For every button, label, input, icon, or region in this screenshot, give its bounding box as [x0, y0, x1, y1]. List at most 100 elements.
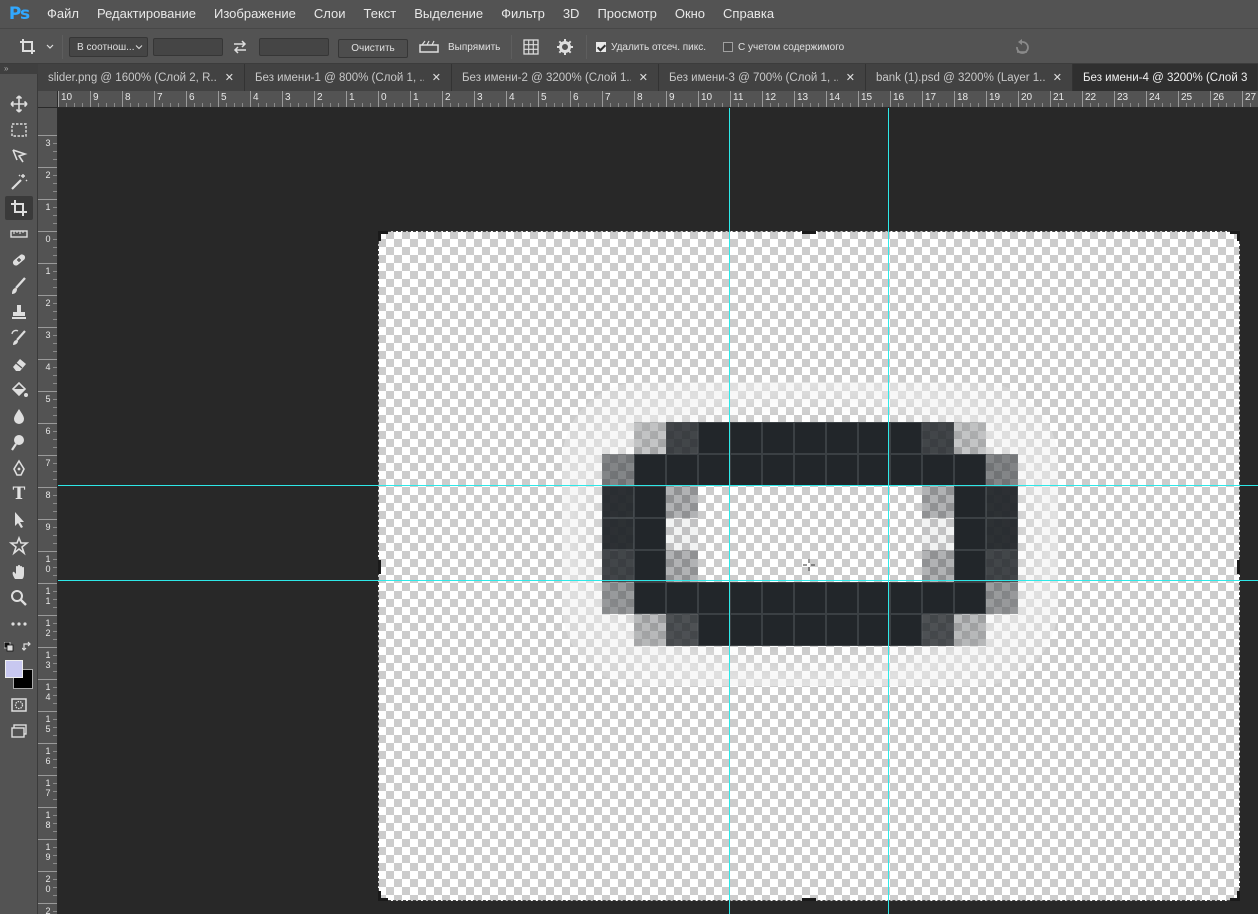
- clone-stamp-tool-button[interactable]: [5, 300, 33, 324]
- panel-collapse-icon[interactable]: »: [0, 64, 38, 74]
- eraser-tool-button[interactable]: [5, 352, 33, 376]
- close-icon[interactable]: ✕: [639, 71, 648, 84]
- width-field[interactable]: [153, 38, 223, 56]
- ruler-minor-tick: [722, 103, 723, 107]
- menu-item[interactable]: Выделение: [405, 0, 492, 28]
- document-tab[interactable]: bank (1).psd @ 3200% (Layer 1... ✕: [866, 64, 1073, 91]
- ruler-minor-tick: [53, 695, 57, 696]
- move-tool-button[interactable]: [5, 92, 33, 116]
- ruler-tick: [826, 91, 827, 107]
- custom-shape-tool-button[interactable]: [5, 534, 33, 558]
- ruler-tick: [954, 91, 955, 107]
- ruler-minor-tick: [53, 895, 57, 896]
- dodge-tool-button[interactable]: [5, 430, 33, 454]
- path-selection-tool-button[interactable]: [5, 508, 33, 532]
- quick-mask-button[interactable]: [5, 693, 33, 717]
- ruler-origin[interactable]: [38, 91, 58, 108]
- swap-colors-icon[interactable]: [22, 641, 33, 652]
- straighten-button[interactable]: [418, 29, 440, 65]
- close-icon[interactable]: ✕: [846, 71, 855, 84]
- close-icon[interactable]: ✕: [1053, 71, 1062, 84]
- menu-item[interactable]: Фильтр: [492, 0, 554, 28]
- checkbox-checked[interactable]: [596, 42, 606, 52]
- pen-tool-button[interactable]: [5, 456, 33, 480]
- blur-tool-button[interactable]: [5, 404, 33, 428]
- ruler-minor-tick: [53, 367, 57, 368]
- paint-bucket-tool-button[interactable]: [5, 378, 33, 402]
- clear-button[interactable]: Очистить: [338, 39, 408, 58]
- default-colors-icon[interactable]: [4, 642, 14, 652]
- crop-tool-button[interactable]: [5, 196, 33, 220]
- crop-handle-top-left[interactable]: [378, 231, 381, 241]
- ruler-minor-tick: [522, 103, 523, 107]
- ruler-minor-tick: [53, 239, 57, 240]
- crop-handle-bottom-right[interactable]: [1237, 891, 1240, 901]
- crop-handle-top[interactable]: [802, 231, 816, 234]
- history-brush-tool-button[interactable]: [5, 326, 33, 350]
- menu-item[interactable]: Файл: [38, 0, 88, 28]
- crop-handle-right[interactable]: [1237, 560, 1240, 574]
- menu-item[interactable]: Слои: [305, 0, 355, 28]
- brush-tool-button[interactable]: [5, 274, 33, 298]
- document-tab[interactable]: Без имени-4 @ 3200% (Слой 3, R: [1073, 64, 1258, 91]
- ruler-horizontal[interactable]: 10 9 8 7 6 5 4 3 2 1 0 1 2 3 4 5 6 7 8 9 10 11 12 13 14 15 16 17 18 1…: [58, 91, 1258, 108]
- ruler-minor-tick: [53, 727, 57, 728]
- delete-cropped-checkbox[interactable]: Удалить отсеч. пикс.: [596, 29, 706, 65]
- ruler-vertical[interactable]: 3 2 1 0 1 2 3 4 5 6 7 8 9 10 11 12 13 14 15 16 17 18 19 20 2: [38, 108, 58, 914]
- ruler-minor-tick: [53, 887, 57, 888]
- menu-item[interactable]: Текст: [355, 0, 406, 28]
- menu-item[interactable]: Редактирование: [88, 0, 205, 28]
- document-tab[interactable]: slider.png @ 1600% (Слой 2, R... ✕: [38, 64, 245, 91]
- ruler-tool-button[interactable]: [5, 222, 33, 246]
- ruler-minor-tick: [53, 575, 57, 576]
- hand-tool-button[interactable]: [5, 560, 33, 584]
- swap-dimensions-button[interactable]: [231, 29, 249, 65]
- guide-vertical[interactable]: [888, 108, 889, 914]
- zoom-tool-button[interactable]: [5, 586, 33, 610]
- healing-brush-tool-button[interactable]: [5, 248, 33, 272]
- overlay-options-button[interactable]: [522, 29, 540, 65]
- ruler-minor-tick: [330, 103, 331, 107]
- ruler-minor-tick: [53, 591, 57, 592]
- content-aware-checkbox[interactable]: С учетом содержимого: [723, 29, 844, 65]
- screen-mode-button[interactable]: [5, 719, 33, 743]
- ruler-minor-tick: [53, 463, 57, 464]
- guide-horizontal[interactable]: [58, 580, 1258, 581]
- checkbox-unchecked[interactable]: [723, 42, 733, 52]
- canvas-workspace[interactable]: [58, 108, 1258, 914]
- guide-vertical[interactable]: [729, 108, 730, 914]
- more-tools-button[interactable]: [5, 612, 33, 636]
- document-tab[interactable]: Без имени-1 @ 800% (Слой 1, ... ✕: [245, 64, 452, 91]
- marquee-tool-button[interactable]: [5, 118, 33, 142]
- crop-handle-top-right[interactable]: [1237, 231, 1240, 241]
- ruler-minor-tick: [306, 103, 307, 107]
- crop-settings-button[interactable]: [556, 29, 574, 65]
- magic-wand-tool-button[interactable]: [5, 170, 33, 194]
- foreground-color-swatch[interactable]: [5, 660, 23, 678]
- document-tab[interactable]: Без имени-2 @ 3200% (Слой 1... ✕: [452, 64, 659, 91]
- ruler-tick: [38, 519, 57, 520]
- menu-item[interactable]: Окно: [666, 0, 714, 28]
- ruler-minor-tick: [458, 103, 459, 107]
- crop-handle-left[interactable]: [378, 560, 381, 574]
- ratio-select[interactable]: В соотнош...: [69, 37, 148, 57]
- menu-item[interactable]: 3D: [554, 0, 589, 28]
- height-field[interactable]: [259, 38, 329, 56]
- type-tool-button[interactable]: T: [5, 482, 33, 506]
- menu-item[interactable]: Справка: [714, 0, 783, 28]
- ruler-minor-tick: [1074, 103, 1075, 107]
- crop-handle-bottom-left[interactable]: [378, 891, 381, 901]
- reset-crop-button[interactable]: [1013, 29, 1031, 65]
- ruler-minor-tick: [466, 103, 467, 107]
- menu-item[interactable]: Просмотр: [588, 0, 665, 28]
- ruler-label: 0: [45, 234, 51, 244]
- document-tab[interactable]: Без имени-3 @ 700% (Слой 1, ... ✕: [659, 64, 866, 91]
- close-icon[interactable]: ✕: [225, 71, 234, 84]
- crop-handle-bottom[interactable]: [802, 898, 816, 901]
- guide-horizontal[interactable]: [58, 485, 1258, 486]
- menu-item[interactable]: Изображение: [205, 0, 305, 28]
- lasso-tool-button[interactable]: [5, 144, 33, 168]
- crop-preset-picker[interactable]: [18, 29, 55, 65]
- close-icon[interactable]: ✕: [432, 71, 441, 84]
- ruler-minor-tick: [146, 103, 147, 107]
